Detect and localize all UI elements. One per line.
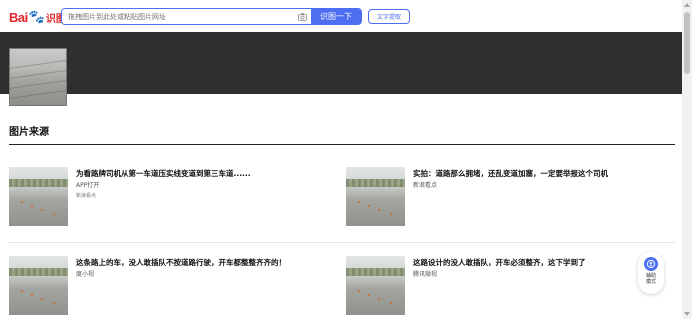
assist-mode-label: 辅助模式 <box>645 273 656 285</box>
source-card[interactable]: 这条路上的车，没人敢插队不按道路行驶，开车都整整齐齐的！ 度小视 <box>9 256 329 316</box>
source-site: 腾讯微视 <box>413 271 438 278</box>
source-card[interactable]: 这路设计的没人敢插队，开车必须整齐，这下学到了 腾讯微视 <box>346 256 666 316</box>
source-thumbnail[interactable] <box>9 256 68 315</box>
accessibility-icon <box>644 257 658 271</box>
query-image[interactable] <box>9 48 67 106</box>
source-title[interactable]: 实拍：道路那么拥堵，还乱变道加塞，一定要举报这个司机 <box>413 168 608 179</box>
source-thumbnail[interactable] <box>9 167 68 226</box>
assist-mode-button[interactable]: 辅助模式 <box>638 252 664 294</box>
search-input[interactable] <box>62 9 293 24</box>
search-button[interactable]: 识图一下 <box>311 9 361 24</box>
section-divider <box>9 144 675 145</box>
scrollbar-thumb[interactable] <box>684 12 690 74</box>
source-card[interactable]: 为看路牌司机从第一车道压实线变道到第三车道...... APP打开 新浪看点 <box>9 167 329 227</box>
query-banner <box>0 32 682 94</box>
source-site: 度小视 <box>76 271 95 278</box>
source-thumbnail[interactable] <box>346 256 405 315</box>
source-open-app[interactable]: APP打开 <box>76 180 99 189</box>
baidu-shitu-logo[interactable]: Bai 🐾 识图 <box>9 9 66 25</box>
source-title[interactable]: 这路设计的没人敢插队，开车必须整齐，这下学到了 <box>413 257 586 268</box>
scroll-down-icon[interactable] <box>684 312 690 316</box>
source-site: 新浪看点 <box>76 193 97 199</box>
source-title[interactable]: 这条路上的车，没人敢插队不按道路行驶，开车都整整齐齐的！ <box>76 257 286 268</box>
source-thumbnail[interactable] <box>346 167 405 226</box>
section-title: 图片来源 <box>9 127 49 138</box>
text-extract-button[interactable]: 文字提取 <box>368 9 410 24</box>
source-site: 新浪看点 <box>413 182 438 189</box>
logo-bai-text: Bai <box>9 9 28 25</box>
search-box: 识图一下 <box>61 8 362 25</box>
source-title[interactable]: 为看路牌司机从第一车道压实线变道到第三车道...... <box>76 168 251 179</box>
source-card[interactable]: 实拍：道路那么拥堵，还乱变道加塞，一定要举报这个司机 新浪看点 <box>346 167 666 227</box>
vertical-scrollbar[interactable] <box>682 0 692 319</box>
camera-icon[interactable] <box>293 9 311 24</box>
scroll-up-icon[interactable] <box>684 3 690 7</box>
row-divider <box>9 242 675 243</box>
header: Bai 🐾 识图 识图一下 文字提取 <box>0 0 682 32</box>
page: Bai 🐾 识图 识图一下 文字提取 图片来源 <box>0 0 692 319</box>
paw-icon: 🐾 <box>28 9 45 25</box>
